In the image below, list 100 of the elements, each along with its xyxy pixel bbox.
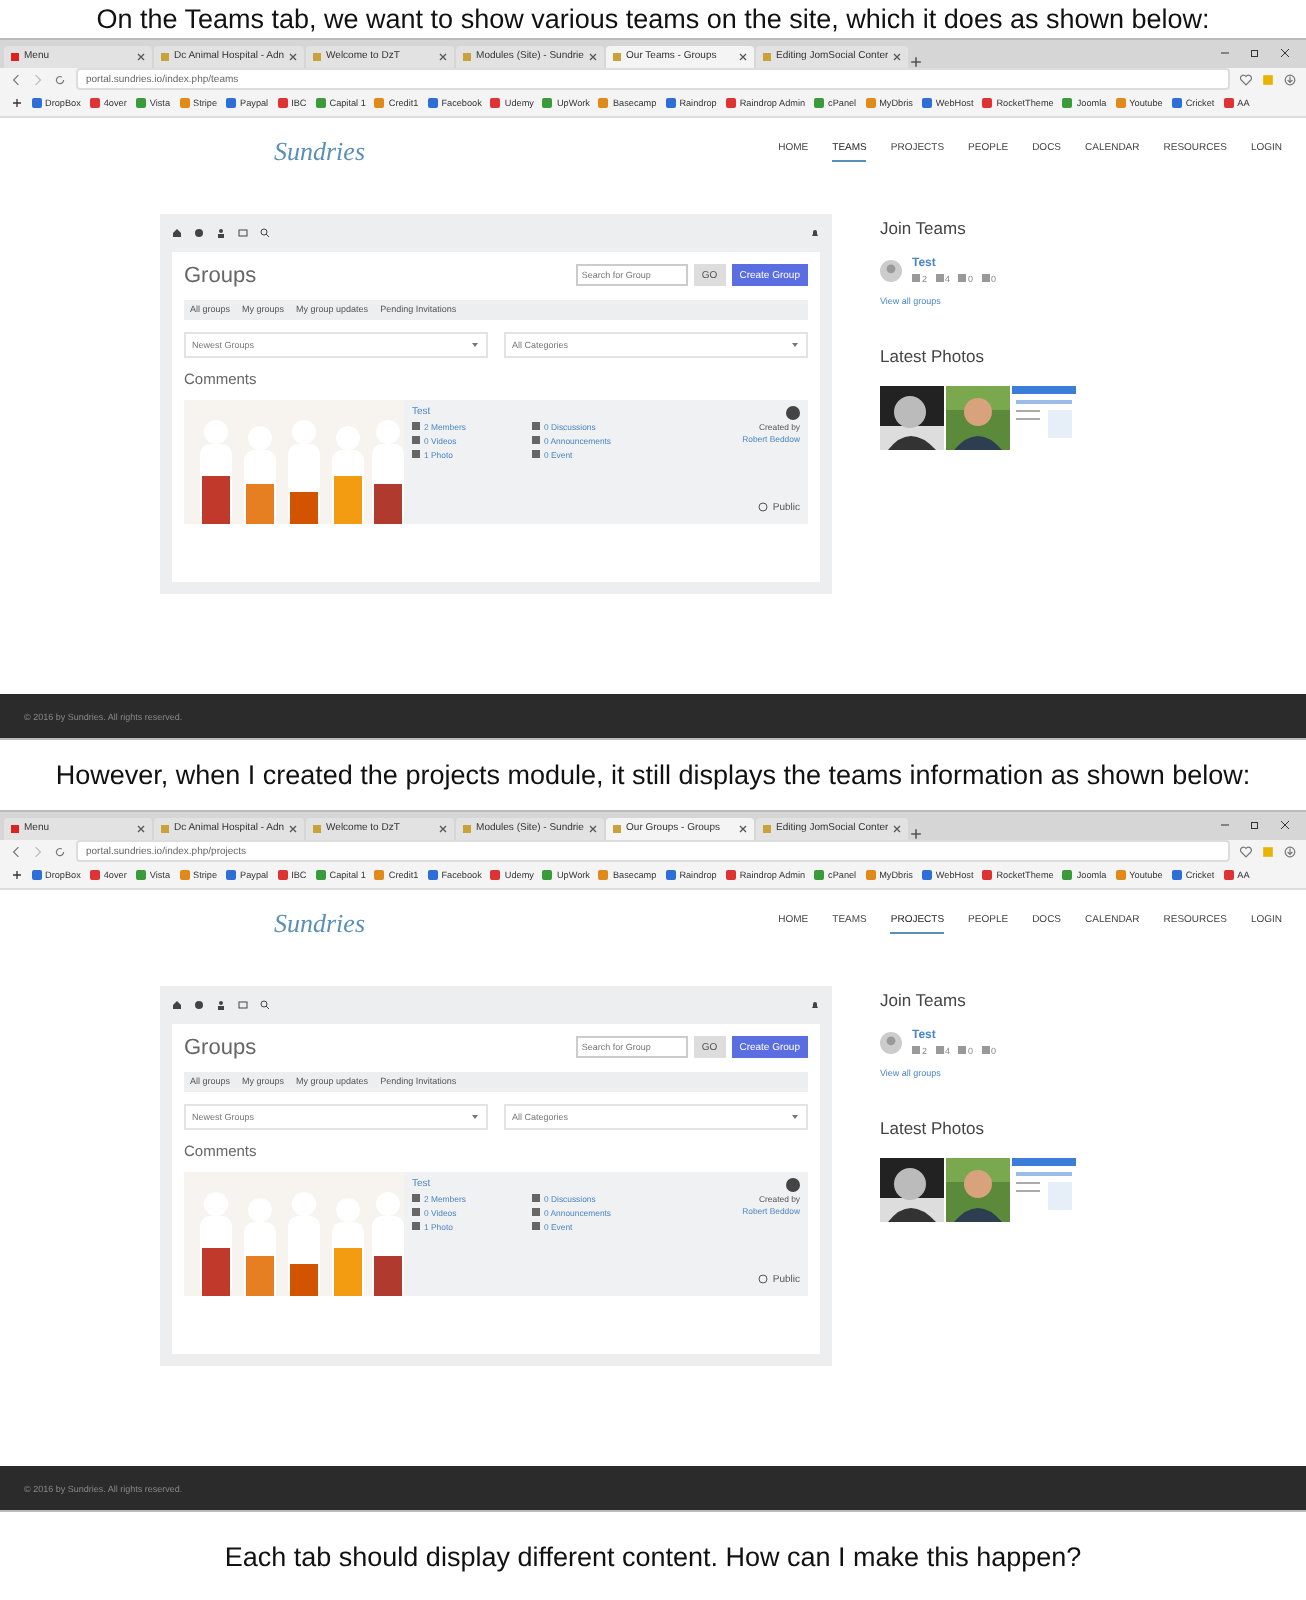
bookmark-icon (1062, 98, 1073, 109)
plus-icon[interactable] (910, 55, 923, 68)
bookmark-icon (865, 870, 876, 881)
caret-icon (470, 1111, 480, 1122)
page-icon (612, 51, 623, 62)
search-icon[interactable] (260, 1000, 270, 1011)
bookmark-icon (1223, 98, 1234, 109)
bookmark-icon (374, 98, 385, 109)
close-icon[interactable] (892, 51, 903, 62)
bookmark-icon (490, 98, 501, 109)
back-icon[interactable] (10, 73, 22, 86)
bookmark-icon (598, 98, 609, 109)
download-icon[interactable] (1284, 73, 1296, 86)
stat-icon (958, 274, 967, 283)
stat-icon (935, 1046, 944, 1055)
page-icon (160, 51, 170, 62)
sidebar-heading: Join Teams (880, 989, 968, 1010)
close-icon[interactable] (738, 51, 749, 62)
page-icon (762, 823, 773, 834)
plus-icon[interactable] (12, 870, 22, 881)
bookmark-icon (277, 870, 288, 881)
stat-icon (935, 274, 944, 283)
plus-icon[interactable] (12, 98, 22, 109)
close-icon[interactable] (1280, 820, 1290, 831)
user-icon[interactable] (216, 228, 226, 239)
mail-icon[interactable] (238, 1000, 248, 1011)
bookmark-icon (179, 98, 190, 109)
bookmark-icon (31, 98, 41, 109)
stat-icon (981, 1046, 990, 1055)
bookmark-icon (427, 870, 438, 881)
bell-icon[interactable] (810, 228, 820, 239)
bell-icon[interactable] (810, 1000, 820, 1011)
bookmark-icon (814, 870, 825, 881)
heart-icon[interactable] (1240, 73, 1252, 86)
stat-icon (958, 1046, 967, 1055)
close-icon[interactable] (438, 823, 449, 834)
page-icon (462, 823, 473, 834)
close-icon[interactable] (136, 823, 146, 834)
question-text: Each tab should display different content. How can I make this happen? (222, 1539, 1084, 1576)
bookmark-icon (374, 870, 385, 881)
avatar-icon (786, 1177, 800, 1192)
reload-icon[interactable] (54, 73, 66, 86)
intro-text: On the Teams tab, we want to show various teams on the site, which it does as shown below: (94, 1, 1212, 38)
bookmark-icon (725, 870, 736, 881)
back-icon[interactable] (10, 845, 22, 858)
bookmark-icon (1115, 870, 1126, 881)
page-icon (462, 51, 473, 62)
restore-icon[interactable] (1250, 820, 1260, 831)
close-icon[interactable] (288, 51, 299, 62)
close-icon[interactable] (288, 823, 299, 834)
page-icon (10, 823, 20, 834)
bookmark-icon (921, 98, 932, 109)
user-icon[interactable] (216, 1000, 226, 1011)
stat-icon (912, 274, 920, 283)
bookmark-icon (315, 870, 326, 881)
plus-icon[interactable] (910, 827, 923, 840)
close-icon[interactable] (588, 823, 599, 834)
close-icon[interactable] (136, 51, 146, 62)
page-title: Groups (184, 1035, 257, 1060)
home-icon[interactable] (172, 1000, 182, 1011)
bookmark-icon (982, 98, 993, 109)
close-icon[interactable] (738, 823, 749, 834)
stat-icon (912, 1046, 920, 1055)
reload-icon[interactable] (54, 845, 66, 858)
bookmark-icon (135, 98, 146, 109)
sidebar-heading: Latest Photos (880, 345, 986, 366)
heart-icon[interactable] (1240, 845, 1252, 858)
bookmark-icon (89, 870, 100, 881)
bookmark-icon (542, 870, 553, 881)
bookmark-icon (814, 98, 825, 109)
search-icon[interactable] (260, 228, 270, 239)
avatar-icon (880, 259, 902, 282)
bookmark-icon (226, 98, 237, 109)
home-icon[interactable] (172, 228, 182, 239)
caret-icon (790, 339, 800, 350)
close-icon[interactable] (892, 823, 903, 834)
mail-icon[interactable] (238, 228, 248, 239)
bookmark-icon (725, 98, 736, 109)
page-title: Groups (184, 263, 257, 288)
page-icon (160, 823, 170, 834)
page-icon (612, 823, 623, 834)
sidebar-heading: Join Teams (880, 217, 968, 238)
minimize-icon[interactable] (1220, 820, 1230, 831)
bookmark-icon (490, 870, 501, 881)
restore-icon[interactable] (1250, 48, 1260, 59)
page-icon (10, 51, 20, 62)
stat-icon (981, 274, 990, 283)
close-icon[interactable] (438, 51, 449, 62)
minimize-icon[interactable] (1220, 48, 1230, 59)
bookmark-icon (665, 98, 676, 109)
download-icon[interactable] (1284, 845, 1296, 858)
close-icon[interactable] (588, 51, 599, 62)
bookmark-icon (598, 870, 609, 881)
bookmark-icon (31, 870, 41, 881)
page-icon (312, 51, 323, 62)
close-icon[interactable] (1280, 48, 1290, 59)
bookmark-icon (1171, 98, 1182, 109)
bookmark-icon (1171, 870, 1182, 881)
bookmark-icon (1062, 870, 1073, 881)
caret-icon (790, 1111, 800, 1122)
